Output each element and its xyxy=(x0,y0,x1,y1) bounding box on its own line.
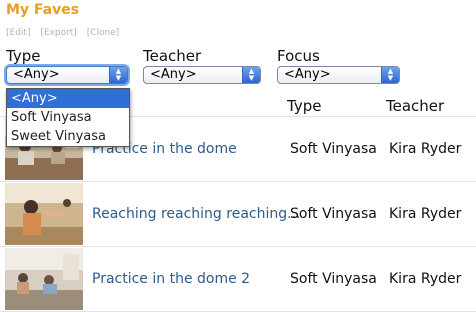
row-teacher: Kira Ryder xyxy=(389,141,462,157)
focus-filter-label: Focus xyxy=(277,47,320,65)
clone-link[interactable]: [Clone] xyxy=(87,28,120,38)
teacher-select-value: <Any> xyxy=(150,67,197,82)
edit-link[interactable]: [Edit] xyxy=(6,28,30,38)
video-thumbnail[interactable] xyxy=(5,248,83,310)
row-type: Soft Vinyasa xyxy=(290,206,377,222)
focus-select-value: <Any> xyxy=(284,67,331,82)
column-header-type[interactable]: Type xyxy=(287,97,321,115)
teacher-select[interactable]: <Any> ▲ ▼ xyxy=(143,66,261,84)
updown-arrows-icon: ▲ ▼ xyxy=(381,67,399,83)
row-teacher: Kira Ryder xyxy=(389,206,462,222)
updown-arrows-icon: ▲ ▼ xyxy=(109,67,127,83)
video-title-link[interactable]: Practice in the dome 2 xyxy=(92,271,250,287)
dropdown-option-any[interactable]: <Any> xyxy=(7,89,129,108)
dropdown-option-sweet-vinyasa[interactable]: Sweet Vinyasa xyxy=(7,127,129,146)
type-select[interactable]: <Any> ▲ ▼ xyxy=(6,66,128,84)
table-row: Reaching reaching reaching... Soft Vinya… xyxy=(0,181,476,246)
type-select-value: <Any> xyxy=(13,67,60,82)
action-links: [Edit] [Export] [Clone] xyxy=(6,28,126,38)
row-type: Soft Vinyasa xyxy=(290,271,377,287)
type-filter-label: Type xyxy=(6,47,41,65)
export-link[interactable]: [Export] xyxy=(40,28,76,38)
table-row: Practice in the dome 2 Soft Vinyasa Kira… xyxy=(0,246,476,312)
focus-select[interactable]: <Any> ▲ ▼ xyxy=(277,66,400,84)
updown-arrows-icon: ▲ ▼ xyxy=(242,67,260,83)
column-header-teacher[interactable]: Teacher xyxy=(386,97,444,115)
video-title-link[interactable]: Reaching reaching reaching... xyxy=(92,206,300,222)
row-teacher: Kira Ryder xyxy=(389,271,462,287)
row-type: Soft Vinyasa xyxy=(290,141,377,157)
type-dropdown-list: <Any> Soft Vinyasa Sweet Vinyasa xyxy=(6,88,130,147)
teacher-filter-label: Teacher xyxy=(143,47,202,65)
dropdown-option-soft-vinyasa[interactable]: Soft Vinyasa xyxy=(7,108,129,127)
video-thumbnail[interactable] xyxy=(5,183,83,245)
page-title: My Faves xyxy=(6,2,80,18)
